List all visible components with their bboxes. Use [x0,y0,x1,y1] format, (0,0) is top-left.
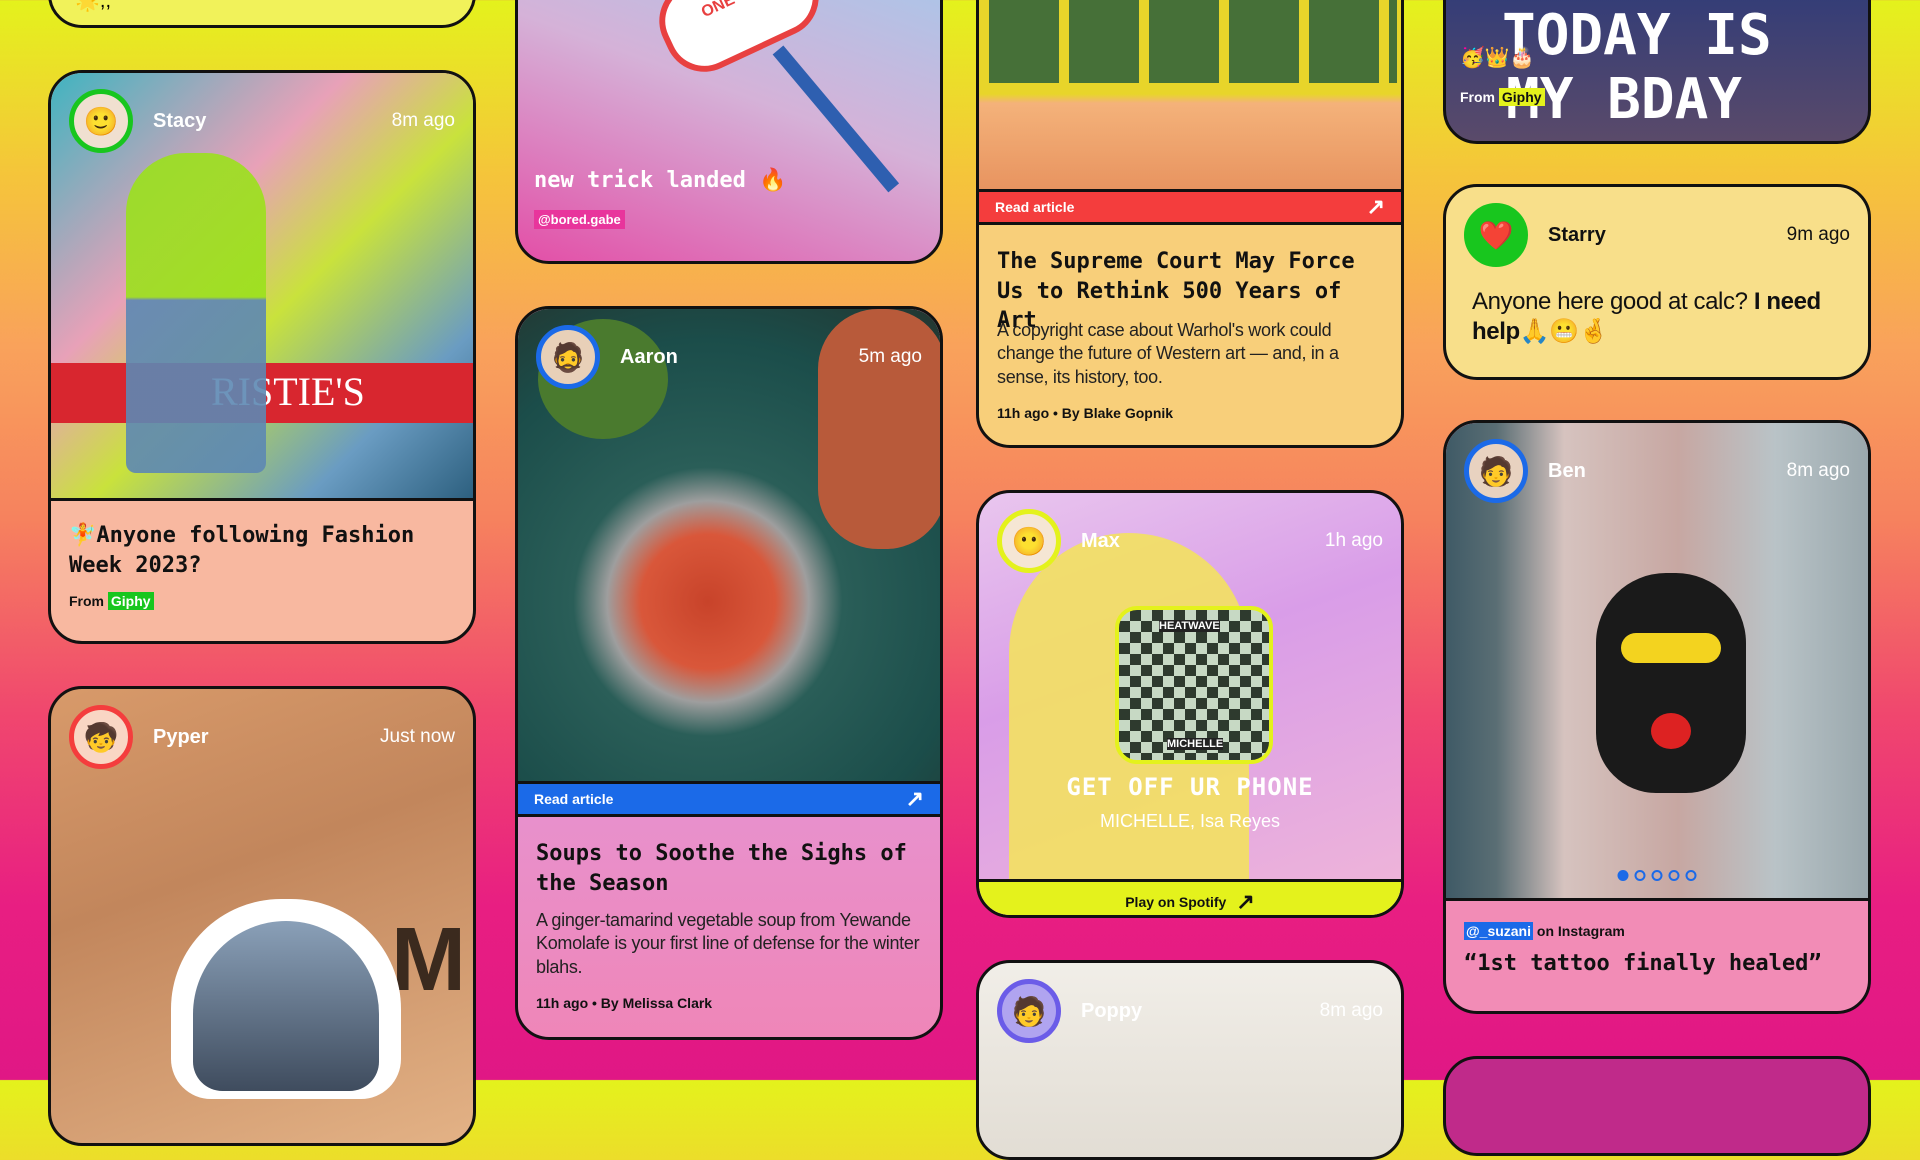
aaron-name[interactable]: Aaron [620,346,678,369]
aaron-header: 🧔 Aaron 5m ago [536,325,922,389]
arrow-up-right-icon: ↗ [905,786,924,811]
giphy-badge: Giphy [107,592,154,610]
bottom-partial-card[interactable] [1443,1056,1871,1156]
ben-time: 8m ago [1786,460,1850,481]
read-article-label: Read article [534,791,614,807]
giphy-badge: Giphy [1498,88,1545,106]
starry-avatar[interactable]: ❤️ [1464,203,1528,267]
warhol-read-bar[interactable]: Read article ↗ [979,189,1401,225]
stacy-avatar[interactable]: 🙂 [69,89,133,153]
ben-quote: “1st tattoo finally healed” [1464,951,1822,976]
starry-time: 9m ago [1786,224,1850,245]
song-artist: MICHELLE, Isa Reyes [1099,811,1281,831]
arrow-up-right-icon: ↗ [1366,194,1385,219]
skate-post-card[interactable]: ONE new trick landed 🔥 @bored.gabe [515,0,943,264]
starry-post-card[interactable]: ❤️ Starry 9m ago Anyone here good at cal… [1443,184,1871,380]
carousel-dot[interactable] [1651,870,1663,881]
bday-gif-card[interactable]: TODAY IS MY BDAY 🥳👑🎂 From Giphy [1443,0,1871,144]
stacy-source[interactable]: From Giphy [69,592,154,610]
starry-name[interactable]: Starry [1548,224,1606,247]
play-on-spotify-label: Play on Spotify [1125,893,1227,910]
max-time: 1h ago [1324,530,1383,551]
ben-avatar[interactable]: 🧑 [1464,439,1528,503]
starry-header: ❤️ Starry 9m ago [1464,203,1850,267]
read-article-label: Read article [995,199,1075,215]
arrow-up-right-icon: ↗ [1236,888,1255,914]
warhol-byline: 11h ago • By Blake Gopnik [997,405,1174,421]
pyper-header: 🧒 Pyper Just now [69,705,455,769]
pyper-time: Just now [380,726,455,747]
aaron-time: 5m ago [858,346,922,367]
instagram-handle[interactable]: @_suzani [1464,922,1534,940]
partial-text: 🌟,, [75,0,112,12]
tattoo-art [1596,573,1746,793]
stacy-header: 🙂 Stacy 8m ago [69,89,455,153]
from-label: From [69,593,104,609]
ben-name[interactable]: Ben [1548,460,1586,483]
platform-label: on Instagram [1536,923,1625,939]
poppy-name[interactable]: Poppy [1081,1000,1142,1023]
warhol-gallery-image [979,0,1401,189]
aaron-desc: A ginger-tamarind vegetable soup from Ye… [536,910,920,977]
warhol-desc: A copyright case about Warhol's work cou… [997,320,1339,387]
aaron-title[interactable]: Soups to Soothe the Sighs of the Season [536,839,922,898]
stacy-time: 8m ago [391,110,455,131]
poppy-time: 8m ago [1319,1000,1383,1021]
stacy-post-card[interactable]: RISTIE'S 🙂 Stacy 8m ago 🧚Anyone followin… [48,70,476,644]
ben-source: @_suzani on Instagram [1464,922,1625,940]
bday-emojis: 🥳👑🎂 [1460,47,1535,69]
max-avatar[interactable]: 😶 [997,509,1061,573]
album-cover[interactable]: HEATWAVE MICHELLE [1115,606,1273,764]
max-music-card[interactable]: 😶 Max 1h ago HEATWAVE MICHELLE GET OFF U… [976,490,1404,918]
skate-handle[interactable]: @bored.gabe [534,210,625,229]
aaron-read-bar[interactable]: Read article ↗ [518,781,940,817]
pyper-avatar[interactable]: 🧒 [69,705,133,769]
poppy-header: 🧑 Poppy 8m ago [997,979,1383,1043]
rail [772,45,900,193]
board-text: M [391,910,466,1010]
from-label: From [1460,89,1495,105]
max-name[interactable]: Max [1081,530,1120,553]
carousel-dot[interactable] [1617,870,1629,881]
warhol-article-card[interactable]: Read article ↗ The Supreme Court May For… [976,0,1404,448]
carousel-dot[interactable] [1685,870,1697,881]
aaron-avatar[interactable]: 🧔 [536,325,600,389]
bday-line-1: TODAY IS [1502,3,1772,68]
spotify-bar[interactable]: Play on Spotify ↗ [979,879,1401,915]
pyper-name[interactable]: Pyper [153,726,209,749]
ben-post-card[interactable]: 🧑 Ben 8m ago @_suzani on Instagram “1st … [1443,420,1871,1014]
robot-sticker [171,899,401,1099]
poppy-post-card[interactable]: 🧑 Poppy 8m ago [976,960,1404,1160]
stacy-name[interactable]: Stacy [153,110,206,133]
aaron-post-card[interactable]: 🧔 Aaron 5m ago Read article ↗ Soups to S… [515,306,943,1040]
carousel-dots[interactable] [1617,870,1697,881]
carousel-dot[interactable] [1634,870,1646,881]
bday-source[interactable]: From Giphy [1460,88,1545,106]
ben-header: 🧑 Ben 8m ago [1464,439,1850,503]
starry-message: Anyone here good at calc? I need help🙏😬🤞 [1472,288,1821,345]
stacy-title: 🧚Anyone following Fashion Week 2023? [69,523,415,578]
person-figure [126,153,266,473]
max-header: 😶 Max 1h ago [997,509,1383,573]
song-title: GET OFF UR PHONE [1066,773,1314,801]
carousel-dot[interactable] [1668,870,1680,881]
aaron-byline: 11h ago • By Melissa Clark [536,995,713,1011]
top-partial-card[interactable]: 🌟,, [48,0,476,28]
skate-caption: new trick landed 🔥 [534,168,787,193]
poppy-avatar[interactable]: 🧑 [997,979,1061,1043]
pyper-post-card[interactable]: M 🧒 Pyper Just now [48,686,476,1146]
